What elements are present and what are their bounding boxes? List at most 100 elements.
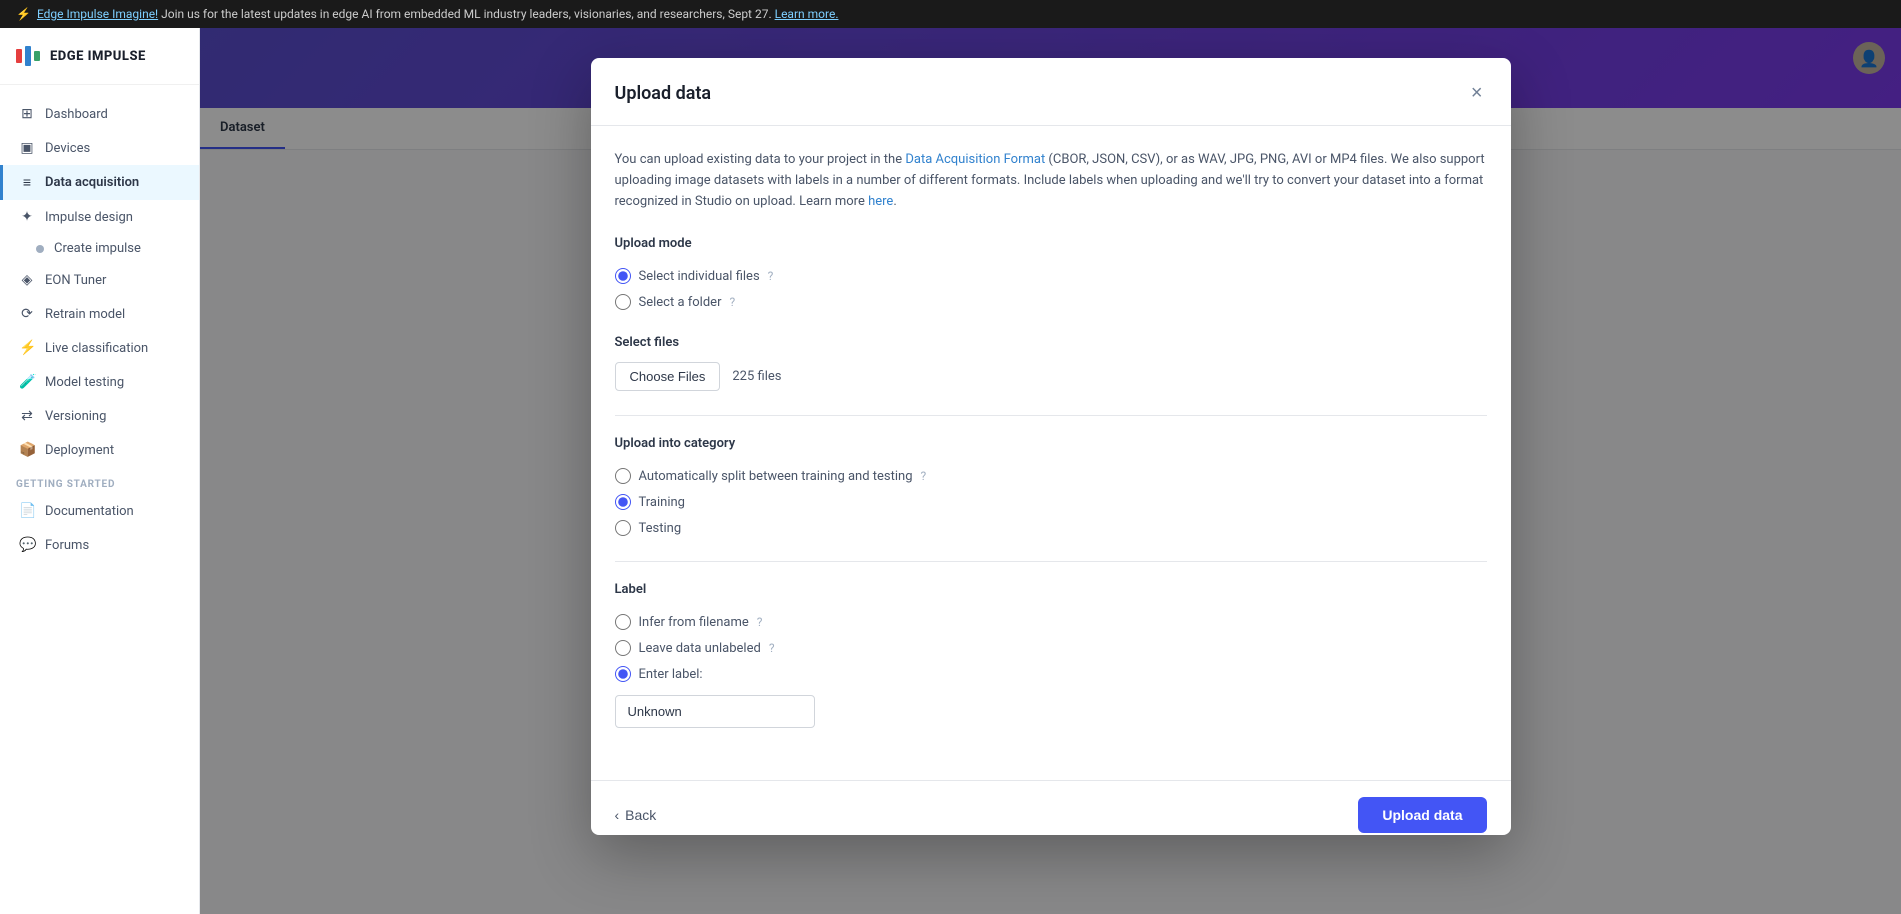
documentation-icon: 📄 <box>19 503 35 519</box>
label-enter-label-radio[interactable] <box>615 666 631 682</box>
sidebar-item-label: EON Tuner <box>45 273 106 288</box>
banner-link-main[interactable]: Edge Impulse Imagine! <box>37 7 158 21</box>
versioning-icon: ⇄ <box>19 408 35 424</box>
category-training-label: Training <box>639 495 685 510</box>
dashboard-icon: ⊞ <box>19 106 35 122</box>
upload-category-label: Upload into category <box>615 436 1487 451</box>
divider-2 <box>615 561 1487 562</box>
modal-body: You can upload existing data to your pro… <box>591 126 1511 772</box>
file-input-row: Choose Files 225 files <box>615 362 1487 391</box>
sidebar-item-devices[interactable]: ▣ Devices <box>0 131 199 165</box>
individual-help-icon: ? <box>768 269 774 283</box>
forums-icon: 💬 <box>19 537 35 553</box>
label-section-label: Label <box>615 582 1487 597</box>
label-radio-group: Infer from filename ? Leave data unlabel… <box>615 609 1487 728</box>
category-auto-split-radio[interactable] <box>615 468 631 484</box>
auto-split-help-icon: ? <box>921 469 927 483</box>
label-infer-filename-label: Infer from filename <box>639 615 749 630</box>
label-enter-label-option[interactable]: Enter label: <box>615 661 1487 687</box>
files-count: 225 files <box>732 369 781 384</box>
sidebar-item-create-impulse[interactable]: Create impulse <box>0 234 199 263</box>
category-testing-label: Testing <box>639 521 682 536</box>
category-training-option[interactable]: Training <box>615 489 1487 515</box>
divider-1 <box>615 415 1487 416</box>
here-link[interactable]: here <box>868 194 893 209</box>
back-button[interactable]: ‹ Back <box>615 807 657 823</box>
sidebar-item-label: Retrain model <box>45 307 125 322</box>
label-leave-unlabeled-radio[interactable] <box>615 640 631 656</box>
logo-icon <box>16 46 40 66</box>
back-chevron-icon: ‹ <box>615 807 620 823</box>
sidebar-item-deployment[interactable]: 📦 Deployment <box>0 433 199 467</box>
modal-overlay: Upload data × You can upload existing da… <box>200 28 1901 914</box>
label-infer-filename-option[interactable]: Infer from filename ? <box>615 609 1487 635</box>
sidebar-item-label: Documentation <box>45 504 134 519</box>
sidebar-logo: EDGE IMPULSE <box>0 28 199 85</box>
label-input-field[interactable] <box>615 695 815 728</box>
sidebar-item-model-testing[interactable]: 🧪 Model testing <box>0 365 199 399</box>
infer-help-icon: ? <box>757 615 763 629</box>
label-enter-label-text: Enter label: <box>639 667 703 682</box>
category-auto-split-option[interactable]: Automatically split between training and… <box>615 463 1487 489</box>
banner-icon: ⚡ <box>16 7 31 21</box>
sidebar-item-impulse-design[interactable]: ✦ Impulse design <box>0 200 199 234</box>
banner-learn-more[interactable]: Learn more. <box>775 7 839 21</box>
select-files-label: Select files <box>615 335 1487 350</box>
sidebar: EDGE IMPULSE ⊞ Dashboard ▣ Devices ≡ Dat… <box>0 28 200 914</box>
impulse-design-icon: ✦ <box>19 209 35 225</box>
modal-close-button[interactable]: × <box>1467 78 1487 109</box>
modal-footer: ‹ Back Upload data <box>591 780 1511 835</box>
getting-started-label: GETTING STARTED <box>0 467 199 494</box>
sidebar-item-eon-tuner[interactable]: ◈ EON Tuner <box>0 263 199 297</box>
upload-category-radio-group: Automatically split between training and… <box>615 463 1487 541</box>
sidebar-item-versioning[interactable]: ⇄ Versioning <box>0 399 199 433</box>
deployment-icon: 📦 <box>19 442 35 458</box>
upload-mode-folder-label: Select a folder <box>639 295 722 310</box>
sidebar-item-label: Dashboard <box>45 107 108 122</box>
sidebar-item-forums[interactable]: 💬 Forums <box>0 528 199 562</box>
logo-text: EDGE IMPULSE <box>50 49 146 64</box>
upload-mode-folder-option[interactable]: Select a folder ? <box>615 289 1487 315</box>
category-testing-radio[interactable] <box>615 520 631 536</box>
back-button-label: Back <box>625 807 656 823</box>
banner-text: Edge Impulse Imagine! Join us for the la… <box>37 7 839 21</box>
select-files-section: Select files Choose Files 225 files <box>615 335 1487 391</box>
choose-files-button[interactable]: Choose Files <box>615 362 721 391</box>
label-leave-unlabeled-option[interactable]: Leave data unlabeled ? <box>615 635 1487 661</box>
eon-tuner-icon: ◈ <box>19 272 35 288</box>
category-testing-option[interactable]: Testing <box>615 515 1487 541</box>
category-training-radio[interactable] <box>615 494 631 510</box>
upload-mode-individual-radio[interactable] <box>615 268 631 284</box>
modal-title: Upload data <box>615 83 712 104</box>
devices-icon: ▣ <box>19 140 35 156</box>
sidebar-item-label: Live classification <box>45 341 148 356</box>
logo-bar-blue <box>25 46 31 66</box>
live-classification-icon: ⚡ <box>19 340 35 356</box>
label-infer-filename-radio[interactable] <box>615 614 631 630</box>
sidebar-item-data-acquisition[interactable]: ≡ Data acquisition <box>0 165 199 200</box>
main-content: Dataset Upload data × You can upload exi… <box>200 28 1901 914</box>
logo-bar-red <box>16 49 22 63</box>
sidebar-item-label: Forums <box>45 538 89 553</box>
data-acquisition-format-link[interactable]: Data Acquisition Format <box>905 152 1045 167</box>
sidebar-item-retrain-model[interactable]: ⟳ Retrain model <box>0 297 199 331</box>
retrain-icon: ⟳ <box>19 306 35 322</box>
top-banner: ⚡ Edge Impulse Imagine! Join us for the … <box>0 0 1901 28</box>
sidebar-item-label: Devices <box>45 141 90 156</box>
sidebar-item-live-classification[interactable]: ⚡ Live classification <box>0 331 199 365</box>
sub-dot-icon <box>36 245 44 253</box>
sidebar-item-dashboard[interactable]: ⊞ Dashboard <box>0 97 199 131</box>
upload-mode-individual-option[interactable]: Select individual files ? <box>615 263 1487 289</box>
sidebar-nav: ⊞ Dashboard ▣ Devices ≡ Data acquisition… <box>0 85 199 914</box>
upload-mode-folder-radio[interactable] <box>615 294 631 310</box>
sidebar-item-label: Data acquisition <box>45 175 139 190</box>
sidebar-item-documentation[interactable]: 📄 Documentation <box>0 494 199 528</box>
upload-mode-label: Upload mode <box>615 236 1487 251</box>
sidebar-item-label: Versioning <box>45 409 106 424</box>
data-acquisition-icon: ≡ <box>19 174 35 191</box>
upload-data-button[interactable]: Upload data <box>1358 797 1486 833</box>
label-leave-unlabeled-label: Leave data unlabeled <box>639 641 761 656</box>
upload-mode-individual-label: Select individual files <box>639 269 760 284</box>
modal-header: Upload data × <box>591 58 1511 126</box>
unlabeled-help-icon: ? <box>769 641 775 655</box>
